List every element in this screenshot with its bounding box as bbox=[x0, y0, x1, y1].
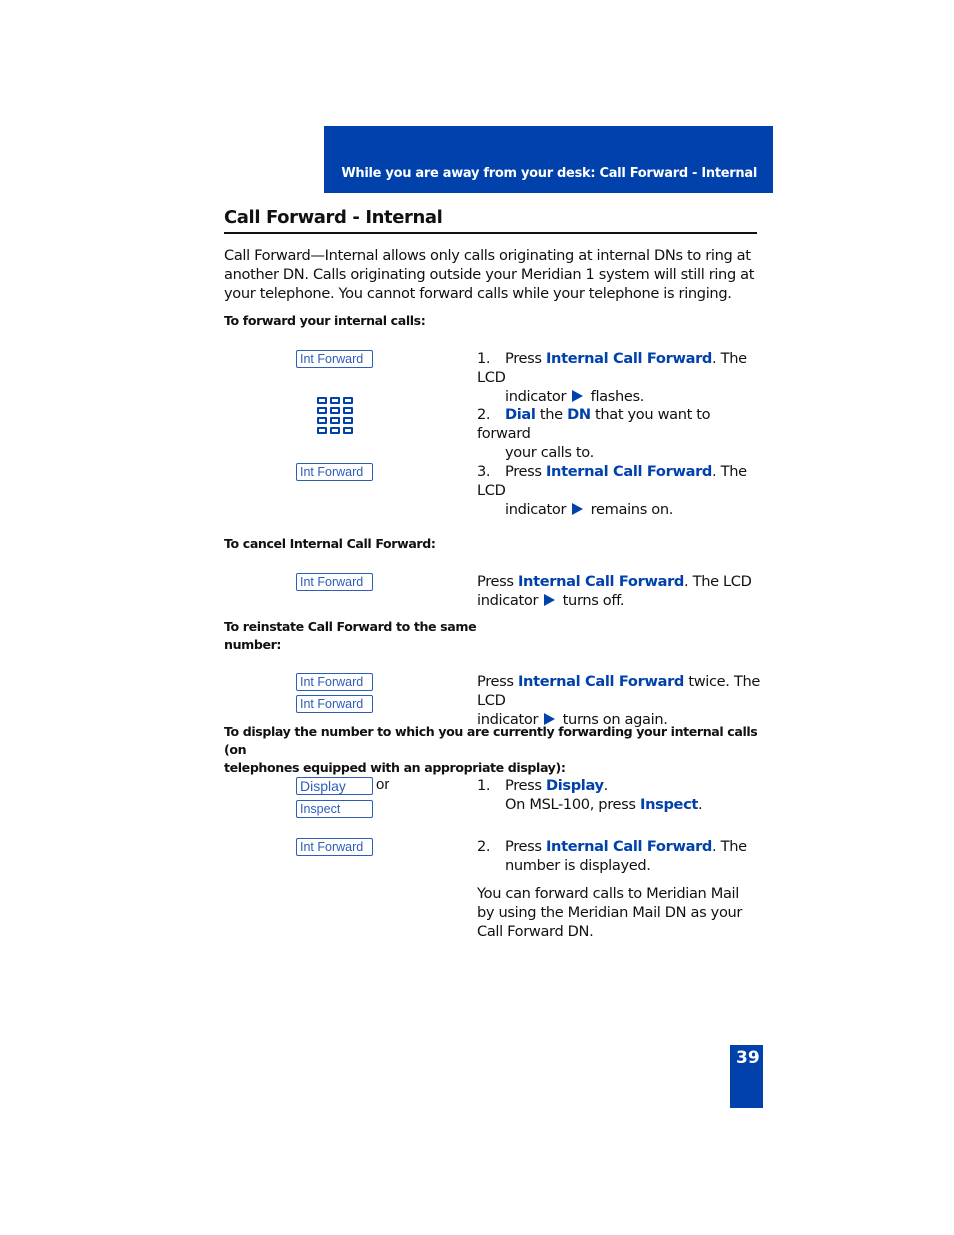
display-key[interactable]: Display bbox=[296, 777, 373, 795]
int-forward-key[interactable]: Int Forward bbox=[296, 673, 373, 691]
lcd-indicator-icon bbox=[572, 390, 584, 402]
forward-step-3: 3. Press Internal Call Forward. The LCD i… bbox=[477, 463, 747, 518]
int-forward-key[interactable]: Int Forward bbox=[296, 695, 373, 713]
intro-paragraph: Call Forward—Internal allows only calls … bbox=[224, 247, 755, 302]
cancel-step: Press Internal Call Forward. The LCD ind… bbox=[477, 573, 752, 609]
display-step-2: 2. Press Internal Call Forward. The numbe… bbox=[477, 838, 747, 874]
meridian-mail-note: You can forward calls to Meridian Mail b… bbox=[477, 885, 743, 940]
page-number-tab: 39 bbox=[730, 1045, 763, 1108]
highlight-term: Internal Call Forward bbox=[545, 350, 713, 367]
or-text: or bbox=[376, 776, 390, 793]
reinstate-heading: To reinstate Call Forward to the same nu… bbox=[224, 619, 477, 652]
forward-step-1: 1. Press Internal Call Forward. The LCD i… bbox=[477, 350, 747, 405]
forward-heading: To forward your internal calls: bbox=[224, 313, 426, 328]
int-forward-key[interactable]: Int Forward bbox=[296, 463, 373, 481]
running-head: While you are away from your desk: Call … bbox=[341, 166, 757, 181]
int-forward-key[interactable]: Int Forward bbox=[296, 573, 373, 591]
lcd-indicator-icon bbox=[544, 594, 556, 606]
cancel-heading: To cancel Internal Call Forward: bbox=[224, 536, 436, 551]
reinstate-step: Press Internal Call Forward twice. The L… bbox=[477, 673, 760, 728]
header-band: While you are away from your desk: Call … bbox=[324, 126, 773, 193]
page-title: Call Forward - Internal bbox=[224, 207, 757, 234]
dialpad-icon bbox=[317, 397, 357, 437]
forward-step-2: 2. Dial the DN that you want to forward y… bbox=[477, 406, 711, 461]
lcd-indicator-icon bbox=[572, 503, 584, 515]
int-forward-key[interactable]: Int Forward bbox=[296, 838, 373, 856]
display-heading: To display the number to which you are c… bbox=[224, 724, 758, 775]
display-step-1: 1. Press Display. On MSL-100, press Inspe… bbox=[477, 777, 703, 813]
inspect-key[interactable]: Inspect bbox=[296, 800, 373, 818]
page-number: 39 bbox=[736, 1048, 760, 1068]
int-forward-key[interactable]: Int Forward bbox=[296, 350, 373, 368]
